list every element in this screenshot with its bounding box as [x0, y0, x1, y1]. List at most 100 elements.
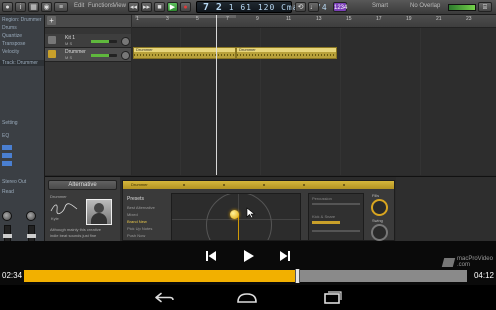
edit-menu[interactable]: Edit	[74, 3, 84, 9]
ruler-number: 7	[226, 16, 229, 22]
video-controls: macProVideo .com 02:34 04:12	[0, 241, 496, 285]
smart-controls-button[interactable]: ◉	[41, 2, 52, 12]
grid-line	[340, 27, 341, 175]
play-icon[interactable]	[240, 248, 256, 264]
inspector-line: Stereo Out	[2, 179, 27, 185]
preset-item[interactable]: Push Now	[127, 233, 145, 238]
fills-knob[interactable]	[371, 199, 388, 216]
track-row[interactable]: Kit 1 M S	[45, 34, 131, 48]
track-row[interactable]: Drummer M S	[45, 48, 131, 62]
drummer-signature	[50, 203, 78, 215]
drummer-name: Kyle	[51, 216, 59, 221]
lcd-bar: 7	[203, 2, 211, 13]
volume-fader[interactable]	[27, 225, 36, 241]
ruler-number: 23	[466, 16, 472, 22]
inspector-panel: Region: Drummer Drums Quantize Transpose…	[0, 15, 45, 241]
play-button[interactable]: ▶	[167, 2, 178, 12]
track-pan-knob[interactable]	[121, 51, 130, 60]
inspector-line: Setting	[2, 120, 18, 126]
cycle-region[interactable]	[135, 15, 236, 18]
pad-puck[interactable]	[230, 210, 239, 219]
preset-item[interactable]: Pick Up Notes	[127, 226, 152, 231]
smart-tempo-label[interactable]: Smart	[372, 3, 388, 9]
inspector-line: Velocity	[2, 49, 20, 55]
playhead[interactable]	[216, 15, 217, 175]
total-time: 04:12	[473, 271, 494, 280]
drum-icon	[48, 36, 56, 44]
seek-thumb[interactable]	[295, 269, 300, 283]
kit-label: Kick & Snare	[312, 214, 336, 219]
no-overlap-label[interactable]: No Overlap	[410, 3, 440, 9]
lcd-display[interactable]: 7 2 1 61 120 Cmaj 4/4	[196, 1, 327, 13]
mute-solo[interactable]: M S	[65, 55, 72, 60]
stop-button[interactable]: ■	[154, 2, 165, 12]
inspector-track-label[interactable]: Track: Drummer	[0, 60, 44, 66]
ruler-number: 9	[256, 16, 259, 22]
preset-item[interactable]: Best Alternative	[127, 205, 155, 210]
drummer-editor-header: Drummer	[123, 181, 394, 189]
forward-button[interactable]: ▸▸	[141, 2, 152, 12]
drummer-avatar[interactable]	[86, 199, 112, 225]
cycle-button[interactable]: ⟲	[295, 2, 306, 12]
fills-swing-column: Fills Swing	[368, 193, 394, 241]
bar-marker	[183, 184, 185, 186]
previous-icon[interactable]	[203, 248, 219, 264]
preset-item-selected[interactable]: Brand New	[127, 219, 147, 224]
complexity-loudness-pad[interactable]	[171, 193, 301, 241]
drummer-region[interactable]: Drummer	[236, 47, 337, 59]
rewind-button[interactable]: ◂◂	[128, 2, 139, 12]
inspector-line: Transpose	[2, 41, 26, 47]
presets-list: Presets Best Alternative Mixed Brand New…	[125, 193, 167, 241]
ruler[interactable]: 1 3 5 7 9 11 13 15 17 19 21 23	[132, 15, 496, 28]
view-menu[interactable]: View	[113, 3, 126, 9]
genre-header[interactable]: Alternative	[48, 180, 117, 190]
mixer-button[interactable]: ≡	[54, 2, 68, 12]
back-icon[interactable]	[148, 289, 178, 306]
swing-knob[interactable]	[371, 224, 388, 241]
record-button[interactable]: ●	[180, 2, 191, 12]
lcd-sub: 1 61	[228, 3, 252, 12]
count-in-button[interactable]: 1234	[333, 2, 347, 12]
library-button[interactable]: ●	[2, 2, 13, 12]
ruler-number: 13	[316, 16, 322, 22]
browser-button[interactable]: ⌸	[478, 2, 492, 12]
track-volume[interactable]	[91, 54, 117, 57]
inspector-region-label[interactable]: Region: Drummer	[0, 17, 44, 23]
kit-label: Percussion	[312, 196, 332, 201]
tracks-area[interactable]	[132, 15, 496, 175]
kit-slider[interactable]	[312, 230, 360, 232]
track-pan-knob[interactable]	[121, 37, 130, 46]
master-meter	[448, 4, 476, 11]
audio-fx-slot[interactable]	[2, 153, 12, 158]
volume-fader[interactable]	[3, 225, 12, 241]
toolbar-button[interactable]: ▦	[28, 2, 39, 12]
current-time: 02:34	[2, 271, 23, 280]
send-slot[interactable]	[2, 161, 12, 166]
ruler-number: 17	[376, 16, 382, 22]
seek-bar[interactable]	[24, 269, 467, 283]
next-icon[interactable]	[277, 248, 293, 264]
tuner-button[interactable]: ♩	[308, 2, 319, 12]
kit-slider-active[interactable]	[312, 221, 340, 224]
preset-item[interactable]: Mixed	[127, 212, 138, 217]
region-beats	[237, 54, 336, 56]
brand-logo: macProVideo .com	[441, 256, 493, 270]
audio-fx-slot[interactable]	[2, 145, 12, 150]
pan-knob[interactable]	[26, 211, 36, 221]
track-volume[interactable]	[91, 40, 117, 43]
control-bar: ● i ▦ ◉ ≡ Edit Functions View ◂◂ ▸▸ ■ ▶ …	[0, 0, 496, 15]
mute-solo[interactable]: M S	[65, 41, 72, 46]
drum-kit-panel: Percussion Kick & Snare	[308, 193, 364, 241]
kit-slider[interactable]	[312, 203, 360, 205]
inspector-line: Quantize	[2, 33, 23, 39]
drummer-region[interactable]: Drummer	[133, 47, 236, 59]
add-track-button[interactable]: +	[47, 16, 56, 25]
bar-marker	[223, 184, 225, 186]
recents-icon[interactable]	[317, 289, 347, 306]
bar-marker	[343, 184, 345, 186]
seek-progress	[24, 270, 297, 282]
home-icon[interactable]	[232, 289, 262, 306]
functions-menu[interactable]: Functions	[88, 3, 114, 9]
inspector-button[interactable]: i	[15, 2, 26, 12]
pan-knob[interactable]	[2, 211, 12, 221]
